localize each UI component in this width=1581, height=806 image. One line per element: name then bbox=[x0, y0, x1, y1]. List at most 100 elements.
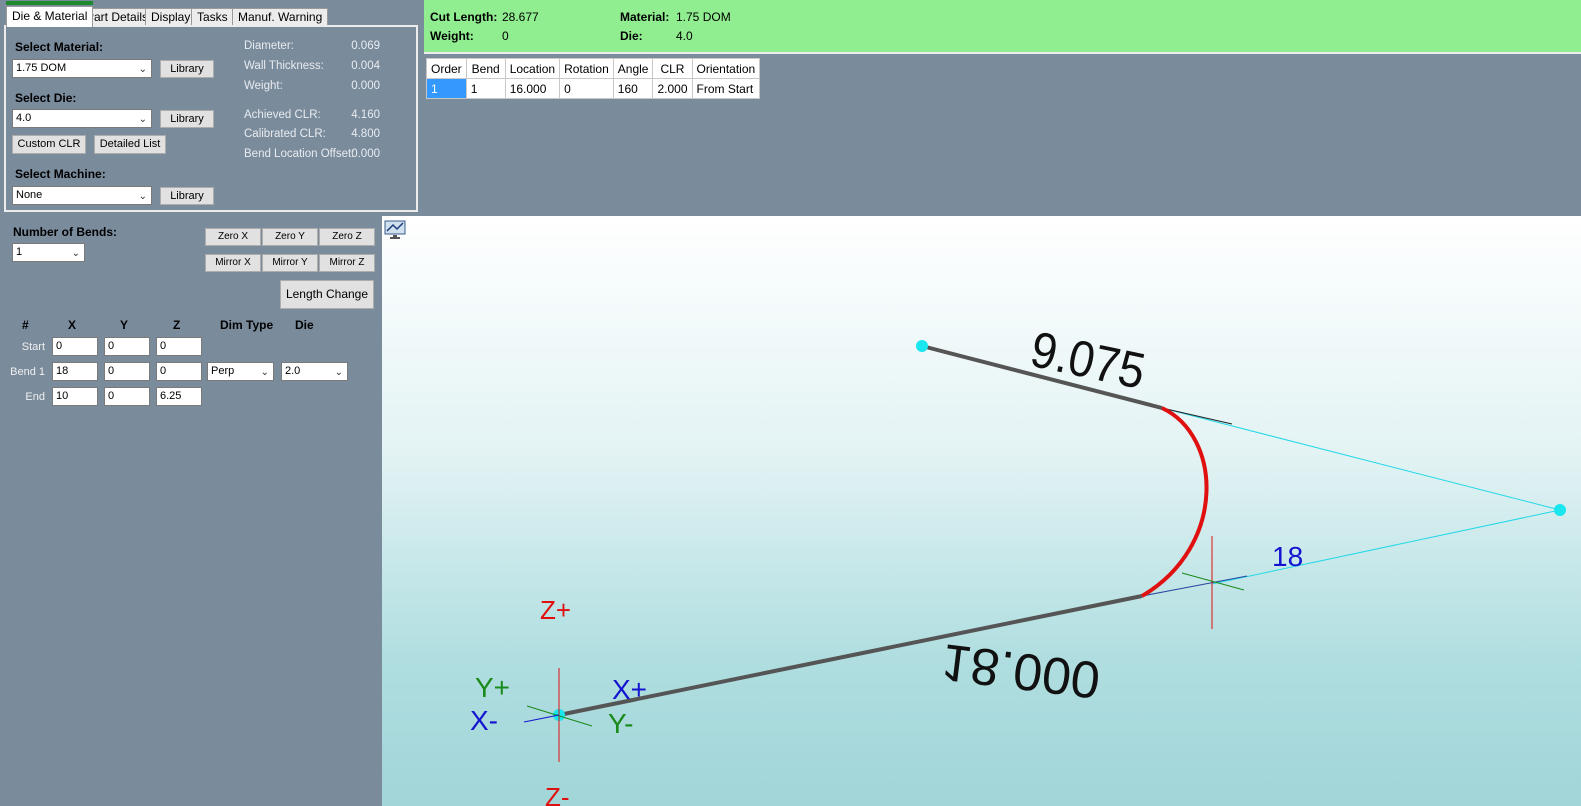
cell-rotation[interactable]: 0 bbox=[559, 78, 614, 99]
col-head-z: Z bbox=[173, 318, 181, 332]
tab-die-material[interactable]: Die & Material bbox=[6, 1, 94, 27]
calibrated-clr-value: 4.800 bbox=[351, 128, 380, 140]
col-order[interactable]: Order bbox=[426, 58, 467, 79]
chevron-down-icon: ⌄ bbox=[138, 191, 147, 202]
summary-weight-label: Weight: bbox=[430, 29, 474, 43]
material-library-button[interactable]: Library bbox=[160, 60, 214, 78]
start-point[interactable] bbox=[916, 340, 928, 352]
wall-thickness-label: Wall Thickness: bbox=[244, 60, 324, 72]
cell-orientation[interactable]: From Start bbox=[691, 78, 761, 99]
chevron-down-icon: ⌄ bbox=[71, 248, 80, 259]
col-rotation[interactable]: Rotation bbox=[559, 58, 614, 79]
tab-tasks[interactable]: Tasks bbox=[191, 8, 234, 26]
die-select[interactable]: 4.0 ⌄ bbox=[12, 109, 152, 128]
bend-1-x-input[interactable]: 18 bbox=[52, 362, 98, 381]
col-head-die: Die bbox=[295, 318, 314, 332]
detailed-list-button[interactable]: Detailed List bbox=[94, 135, 166, 154]
chevron-down-icon: ⌄ bbox=[260, 367, 269, 378]
col-orientation[interactable]: Orientation bbox=[691, 58, 761, 79]
cell-angle[interactable]: 160 bbox=[612, 78, 654, 99]
weight-value: 0.000 bbox=[351, 80, 380, 92]
col-bend[interactable]: Bend bbox=[465, 58, 506, 79]
zero-x-button[interactable]: Zero X bbox=[205, 228, 261, 246]
bend-arc bbox=[1140, 406, 1209, 598]
axis-y-plus-label: Y+ bbox=[475, 672, 510, 703]
start-y-input[interactable]: 0 bbox=[104, 337, 150, 356]
summary-material-value: 1.75 DOM bbox=[676, 10, 731, 24]
die-library-button[interactable]: Library bbox=[160, 110, 214, 128]
tab-display[interactable]: Display bbox=[145, 8, 197, 26]
guide-line-top bbox=[1161, 407, 1561, 511]
3d-viewport[interactable]: 9.075 18.000 18 Z+ Z- Y+ Y- X+ X- bbox=[382, 216, 1581, 806]
cut-length-label: Cut Length: bbox=[430, 10, 498, 24]
col-clr[interactable]: CLR bbox=[652, 58, 693, 79]
cell-order[interactable]: 1 bbox=[426, 78, 467, 99]
col-head-x: X bbox=[68, 318, 77, 332]
tab-manuf-warning[interactable]: Manuf. Warning bbox=[232, 8, 329, 26]
start-x-input[interactable]: 0 bbox=[52, 337, 98, 356]
calibrated-clr-label: Calibrated CLR: bbox=[244, 128, 326, 140]
axis-x-minus-label: X- bbox=[470, 705, 498, 736]
cut-length-value: 28.677 bbox=[502, 10, 539, 24]
length-change-button[interactable]: Length Change bbox=[280, 280, 374, 309]
bend-location-offset-value: 0.000 bbox=[351, 148, 380, 160]
cell-clr[interactable]: 2.000 bbox=[652, 78, 693, 99]
chevron-down-icon: ⌄ bbox=[334, 367, 343, 378]
select-die-label: Select Die: bbox=[15, 91, 77, 105]
wall-thickness-value: 0.004 bbox=[351, 60, 380, 72]
tube-drawing: 9.075 18.000 18 Z+ Z- Y+ Y- X+ X- bbox=[470, 321, 1566, 806]
start-z-input[interactable]: 0 bbox=[156, 337, 202, 356]
number-of-bends-label: Number of Bends: bbox=[13, 225, 118, 239]
chevron-down-icon: ⌄ bbox=[138, 64, 147, 75]
zero-y-button[interactable]: Zero Y bbox=[262, 228, 318, 246]
bends-panel: Number of Bends: 1 ⌄ Zero X Zero Y Zero … bbox=[0, 216, 380, 806]
mirror-z-button[interactable]: Mirror Z bbox=[319, 254, 375, 272]
achieved-clr-label: Achieved CLR: bbox=[244, 109, 321, 121]
row-label-start: Start bbox=[21, 341, 45, 353]
end-z-input[interactable]: 6.25 bbox=[156, 387, 202, 406]
mirror-x-button[interactable]: Mirror X bbox=[205, 254, 261, 272]
axis-x-plus-label: X+ bbox=[612, 674, 647, 705]
col-location[interactable]: Location bbox=[504, 58, 561, 79]
bend-table-area: Order Bend Location Rotation Angle CLR O… bbox=[424, 56, 1581, 214]
table-row[interactable]: 1 1 16.000 0 160 2.000 From Start bbox=[426, 78, 761, 99]
zero-z-button[interactable]: Zero Z bbox=[319, 228, 375, 246]
diameter-label: Diameter: bbox=[244, 40, 294, 52]
number-of-bends-select[interactable]: 1 ⌄ bbox=[12, 243, 85, 262]
col-head-number: # bbox=[22, 318, 29, 332]
weight-label: Weight: bbox=[244, 80, 283, 92]
summary-bar: Cut Length: 28.677 Weight: 0 Material: 1… bbox=[424, 0, 1581, 54]
axis-z-minus-label: Z- bbox=[545, 782, 570, 806]
dimension-bend-label: 18 bbox=[1272, 541, 1303, 572]
machine-select[interactable]: None ⌄ bbox=[12, 186, 152, 205]
select-machine-label: Select Machine: bbox=[15, 167, 106, 181]
dim-type-value: Perp bbox=[211, 365, 235, 377]
summary-weight-value: 0 bbox=[502, 29, 509, 43]
machine-library-button[interactable]: Library bbox=[160, 187, 214, 205]
bend-die-select[interactable]: 2.0 ⌄ bbox=[281, 362, 348, 381]
dimension-top-label: 9.075 bbox=[1026, 321, 1150, 400]
cell-location[interactable]: 16.000 bbox=[504, 78, 561, 99]
select-material-label: Select Material: bbox=[15, 40, 104, 54]
custom-clr-button[interactable]: Custom CLR bbox=[12, 135, 86, 154]
material-select[interactable]: 1.75 DOM ⌄ bbox=[12, 59, 152, 78]
guide-line-bottom bbox=[1211, 509, 1561, 585]
axis-y-minus-label: Y- bbox=[608, 708, 633, 739]
mirror-y-button[interactable]: Mirror Y bbox=[262, 254, 318, 272]
col-head-dim-type: Dim Type bbox=[220, 318, 274, 332]
bend-table: Order Bend Location Rotation Angle CLR O… bbox=[426, 58, 761, 99]
col-angle[interactable]: Angle bbox=[612, 58, 654, 79]
bend-intersection-point[interactable] bbox=[1554, 504, 1566, 516]
dimension-bottom-label: 18.000 bbox=[938, 632, 1103, 709]
bend-table-header: Order Bend Location Rotation Angle CLR O… bbox=[426, 58, 761, 79]
achieved-clr-value: 4.160 bbox=[351, 109, 380, 121]
bend-1-y-input[interactable]: 0 bbox=[104, 362, 150, 381]
bend-1-z-input[interactable]: 0 bbox=[156, 362, 202, 381]
cell-bend[interactable]: 1 bbox=[465, 78, 506, 99]
end-x-input[interactable]: 10 bbox=[52, 387, 98, 406]
summary-die-label: Die: bbox=[620, 29, 643, 43]
row-label-bend-1: Bend 1 bbox=[10, 366, 45, 378]
end-y-input[interactable]: 0 bbox=[104, 387, 150, 406]
dim-type-select[interactable]: Perp ⌄ bbox=[207, 362, 274, 381]
origin-x-axis bbox=[523, 714, 560, 723]
